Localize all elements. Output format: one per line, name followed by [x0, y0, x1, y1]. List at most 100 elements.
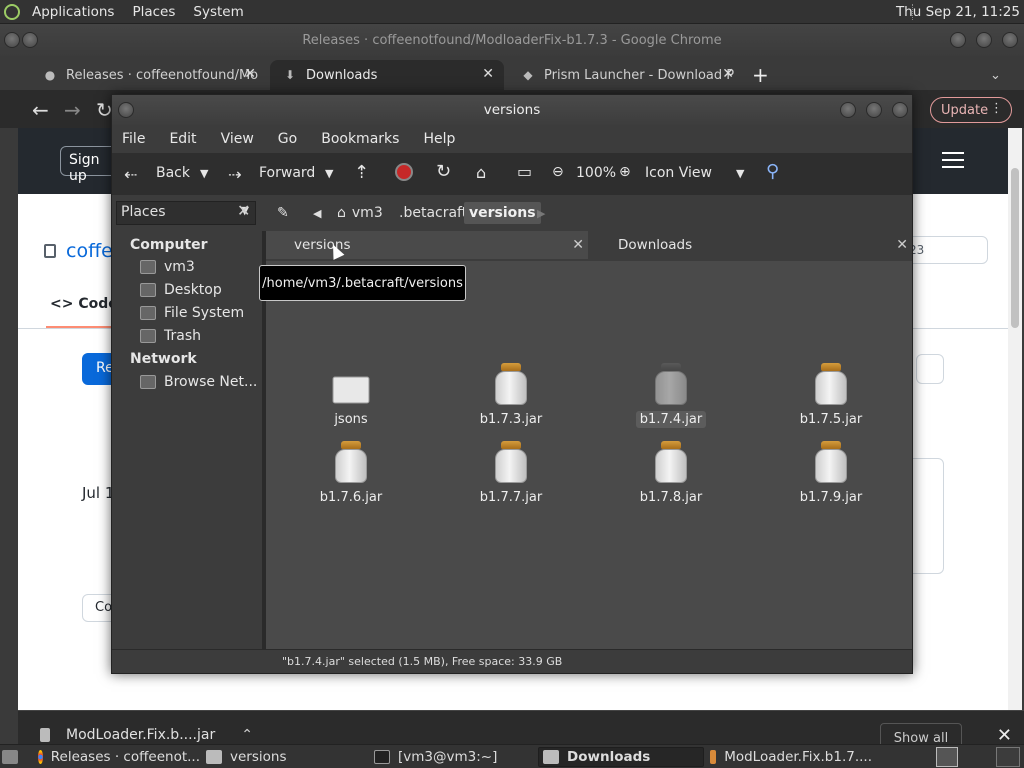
- sidebar-item-desktop[interactable]: Desktop: [140, 282, 222, 298]
- tab-prism[interactable]: ◆ Prism Launcher - Download P ✕: [508, 60, 744, 90]
- stop-icon[interactable]: [395, 163, 413, 181]
- system-menu[interactable]: System: [185, 4, 253, 20]
- forward-history-chevron-icon[interactable]: ▼: [325, 167, 333, 180]
- workspace-switcher[interactable]: [936, 747, 958, 767]
- show-desktop-button[interactable]: [2, 747, 22, 767]
- tab-releases[interactable]: ● Releases · coffeenotfound/Mo ✕: [30, 60, 266, 90]
- file-b1-7-3[interactable]: b1.7.3.jar: [446, 363, 576, 437]
- chevron-up-icon[interactable]: ⌃: [241, 727, 253, 743]
- view-mode-select[interactable]: Icon View: [645, 165, 712, 181]
- scrollbar-thumb[interactable]: [1011, 168, 1019, 328]
- menu-edit[interactable]: Edit: [169, 131, 196, 147]
- close-window-icon[interactable]: [1002, 32, 1018, 48]
- home-icon[interactable]: ⌂: [476, 163, 486, 182]
- menu-bookmarks[interactable]: Bookmarks: [321, 131, 399, 147]
- tab-downloads[interactable]: ⬇ Downloads ✕: [270, 60, 504, 90]
- page-scrollbar[interactable]: [1008, 128, 1022, 710]
- sidebar-item-filesystem[interactable]: File System: [140, 305, 244, 321]
- taskbar-label: ModLoader.Fix.b1.7....: [724, 749, 872, 765]
- java-icon: [710, 750, 717, 764]
- search-icon[interactable]: ⚲: [766, 161, 779, 182]
- sidebar-item-vm3[interactable]: vm3: [140, 259, 195, 275]
- tab-close-icon[interactable]: ✕: [244, 66, 256, 82]
- folder-icon: [206, 750, 222, 764]
- forward-arrow-icon[interactable]: →: [64, 98, 81, 122]
- forward-button[interactable]: Forward: [259, 165, 315, 181]
- menu-file[interactable]: File: [122, 131, 145, 147]
- zoom-in-icon[interactable]: ⊕: [619, 164, 631, 180]
- computer-icon[interactable]: ▭: [517, 162, 532, 181]
- applications-menu[interactable]: Applications: [24, 4, 124, 20]
- close-window-icon[interactable]: [892, 102, 908, 118]
- repo-name-link[interactable]: coffe: [66, 240, 113, 262]
- reload-icon[interactable]: ↻: [436, 161, 451, 182]
- tab-close-icon[interactable]: ✕: [722, 66, 734, 82]
- sidebar-item-browse-network[interactable]: Browse Net...: [140, 374, 257, 390]
- tab-close-icon[interactable]: ✕: [482, 66, 494, 82]
- distro-logo-icon[interactable]: [0, 0, 24, 24]
- crumb-betacraft[interactable]: .betacraft: [394, 202, 472, 224]
- fm-tab-versions[interactable]: versions ✕: [266, 231, 588, 259]
- crumb-right-chevron-icon[interactable]: ▶: [532, 202, 550, 224]
- taskbar-item-chrome[interactable]: Releases · coffeenot...: [34, 747, 200, 767]
- crumb-vm3[interactable]: ⌂ vm3: [332, 202, 388, 224]
- maximize-icon[interactable]: [866, 102, 882, 118]
- tab-search-chevron-icon[interactable]: ⌄: [990, 60, 1010, 90]
- chrome-menu-icon[interactable]: ⋮: [990, 101, 1003, 116]
- back-arrow-icon[interactable]: ←: [32, 98, 49, 122]
- file-b1-7-6[interactable]: b1.7.6.jar: [286, 441, 416, 515]
- code-tab[interactable]: <> Code: [50, 296, 118, 312]
- trash-applet-icon[interactable]: [996, 747, 1020, 767]
- close-shelf-icon[interactable]: ✕: [997, 725, 1012, 746]
- fm-titlebar[interactable]: versions: [112, 95, 912, 125]
- file-b1-7-8[interactable]: b1.7.8.jar: [606, 441, 736, 515]
- file-b1-7-7[interactable]: b1.7.7.jar: [446, 441, 576, 515]
- window-menu-icon[interactable]: [4, 32, 20, 48]
- fm-toolbar: ⇠ Back ▼ ⇢ Forward ▼ ⇡ ↻ ⌂ ▭ ⊖ 100% ⊕ Ic…: [112, 153, 912, 195]
- zoom-out-icon[interactable]: ⊖: [552, 164, 564, 180]
- window-shade-icon[interactable]: [22, 32, 38, 48]
- clock[interactable]: Thu Sep 21, 11:25: [896, 4, 1020, 20]
- menu-go[interactable]: Go: [278, 131, 297, 147]
- back-history-chevron-icon[interactable]: ▼: [200, 167, 208, 180]
- edit-location-icon[interactable]: ✎: [272, 202, 294, 224]
- places-menu[interactable]: Places: [124, 4, 185, 20]
- hamburger-menu-icon[interactable]: [942, 152, 964, 168]
- zoom-level[interactable]: 100%: [576, 165, 616, 181]
- download-item[interactable]: ModLoader.Fix.b....jar ⌃: [40, 727, 253, 743]
- crumb-versions[interactable]: versions: [464, 202, 541, 224]
- sidebar-type-select[interactable]: Places ▼: [116, 201, 256, 225]
- chrome-titlebar[interactable]: Releases · coffeenotfound/ModloaderFix-b…: [0, 24, 1024, 56]
- new-tab-button[interactable]: +: [752, 60, 782, 90]
- maximize-icon[interactable]: [976, 32, 992, 48]
- fm-tab-downloads[interactable]: Downloads ✕: [590, 231, 912, 259]
- tab-close-icon[interactable]: ✕: [572, 237, 584, 253]
- taskbar-item-downloads[interactable]: Downloads: [538, 747, 704, 767]
- file-b1-7-4[interactable]: b1.7.4.jar: [606, 363, 736, 437]
- search-field[interactable]: [916, 354, 944, 384]
- file-b1-7-5[interactable]: b1.7.5.jar: [766, 363, 896, 437]
- taskbar-item-versions[interactable]: versions: [202, 747, 368, 767]
- taskbar-item-terminal[interactable]: [vm3@vm3:~]: [370, 747, 536, 767]
- close-sidebar-icon[interactable]: ✕: [237, 201, 250, 220]
- file-b1-7-9[interactable]: b1.7.9.jar: [766, 441, 896, 515]
- sidebar-item-trash[interactable]: Trash: [140, 328, 201, 344]
- update-button[interactable]: Update ⋮: [930, 97, 1012, 123]
- back-button[interactable]: Back: [156, 165, 190, 181]
- minimize-icon[interactable]: [950, 32, 966, 48]
- menu-view[interactable]: View: [221, 131, 254, 147]
- taskbar-item-modloader[interactable]: ModLoader.Fix.b1.7....: [706, 747, 872, 767]
- forward-icon[interactable]: ⇢: [228, 165, 241, 184]
- file-jsons[interactable]: jsons: [286, 363, 416, 437]
- tab-close-icon[interactable]: ✕: [896, 237, 908, 253]
- crumb-left-chevron-icon[interactable]: ◀: [308, 202, 326, 224]
- up-icon[interactable]: ⇡: [354, 162, 369, 183]
- sidebar-item-label: vm3: [164, 259, 195, 275]
- minimize-icon[interactable]: [840, 102, 856, 118]
- window-menu-icon[interactable]: [118, 102, 134, 118]
- view-mode-chevron-icon[interactable]: ▼: [736, 167, 744, 180]
- tab-label: Releases · coffeenotfound/Mo: [66, 67, 259, 83]
- download-filename: ModLoader.Fix.b....jar: [66, 727, 216, 743]
- back-icon[interactable]: ⇠: [124, 165, 137, 184]
- menu-help[interactable]: Help: [423, 131, 455, 147]
